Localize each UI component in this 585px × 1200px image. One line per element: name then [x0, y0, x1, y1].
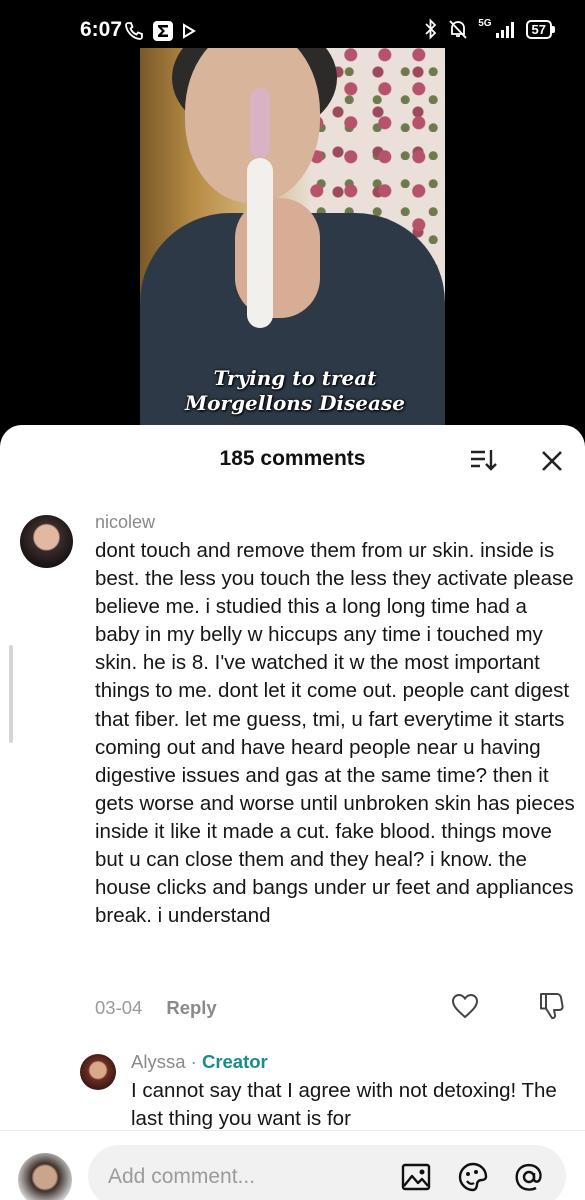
comment-input-bar: Add comment...: [0, 1130, 585, 1200]
image-icon[interactable]: [400, 1161, 432, 1193]
video-caption-line1: Trying to treat: [213, 366, 377, 390]
call-icon: [125, 22, 143, 40]
comment-text: dont touch and remove them from ur skin.…: [95, 539, 575, 928]
reply-author-row: Alyssa · Creator: [131, 1051, 268, 1073]
wand-tip: [250, 88, 270, 158]
comment-meta: 03-04 Reply: [95, 997, 217, 1019]
close-icon[interactable]: [538, 447, 566, 475]
reply-author[interactable]: Alyssa: [131, 1051, 186, 1072]
creator-badge: Creator: [201, 1051, 268, 1072]
at-icon[interactable]: [513, 1161, 545, 1193]
current-user-avatar[interactable]: [18, 1153, 72, 1200]
video-wand-device: [247, 88, 273, 328]
avatar[interactable]: [20, 515, 73, 568]
status-left-icons: [124, 20, 196, 42]
mute-bell-icon: [449, 20, 467, 39]
battery-tip: [552, 25, 555, 33]
status-time: 6:07: [80, 18, 123, 41]
sigma-app-icon: [153, 21, 173, 41]
signal-icon: [495, 22, 514, 38]
network-label: 5G: [478, 18, 492, 29]
comment-author[interactable]: nicolew: [95, 512, 155, 533]
wand-body: [247, 158, 273, 328]
emoji-icon[interactable]: [457, 1161, 489, 1193]
video-caption: Trying to treat Morgellons Disease: [170, 366, 420, 416]
status-right-icons: 5G 57: [424, 18, 555, 40]
battery-indicator: 57: [525, 19, 555, 39]
bluetooth-icon: [425, 18, 437, 40]
scroll-indicator[interactable]: [9, 645, 13, 743]
thumbs-down-icon[interactable]: [537, 991, 565, 1021]
reply-button[interactable]: Reply: [166, 997, 216, 1019]
video-player[interactable]: Trying to treat Morgellons Disease: [140, 48, 445, 443]
comment-input-placeholder: Add comment...: [108, 1165, 256, 1188]
reply-text: I cannot say that I agree with not detox…: [131, 1079, 557, 1131]
comment-date: 03-04: [95, 997, 143, 1018]
sort-icon[interactable]: [468, 447, 498, 475]
comments-header: 185 comments: [0, 425, 585, 495]
reply-separator: ·: [190, 1051, 197, 1072]
comments-sheet: 185 comments nicolew dont touch and remo…: [0, 425, 585, 1200]
heart-outline-icon[interactable]: [451, 993, 479, 1019]
battery-level: 57: [525, 19, 552, 39]
play-icon: [183, 23, 196, 39]
reply-avatar[interactable]: [80, 1054, 116, 1090]
video-caption-line2: Morgellons Disease: [185, 391, 405, 415]
